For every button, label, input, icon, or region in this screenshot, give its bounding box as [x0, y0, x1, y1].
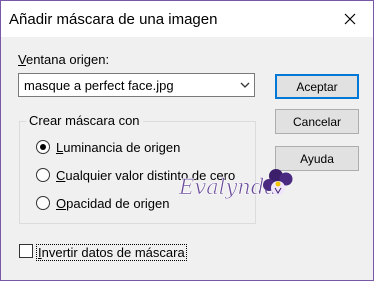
radio-text-opacity: pacidad de origen: [66, 196, 170, 211]
radio-hotkey-c: C: [56, 168, 66, 183]
watermark: Evalynda: [178, 166, 295, 209]
source-window-dropdown[interactable]: masque a perfect face.jpg: [18, 73, 255, 97]
title-bar: Añadir máscara de una imagen: [1, 1, 373, 37]
close-icon: [344, 13, 356, 25]
radio-hotkey-o: O: [56, 196, 67, 211]
accept-button[interactable]: Aceptar: [275, 74, 359, 99]
source-window-label: Ventana origen:: [18, 52, 109, 67]
cancel-button[interactable]: Cancelar: [275, 109, 359, 134]
watermark-graphic: Evalynda: [178, 169, 293, 199]
invert-mask-checkbox[interactable]: [19, 244, 33, 258]
radio-label-luminance: Luminancia de origen: [56, 140, 180, 155]
source-label-text: entana origen:: [25, 52, 110, 67]
dialog-title: Añadir máscara de una imagen: [9, 11, 218, 28]
source-window-value: masque a perfect face.jpg: [24, 78, 174, 93]
radio-label-opacity: Opacidad de origen: [56, 196, 169, 211]
radio-button-unchecked[interactable]: [36, 196, 50, 210]
source-label-hotkey: V: [18, 52, 26, 67]
chevron-down-icon: [240, 82, 250, 88]
invert-text: nvertir datos de máscara: [41, 245, 185, 260]
watermark-text: Evalynda: [179, 175, 277, 199]
mask-options-group-title: Crear máscara con: [26, 113, 143, 128]
invert-mask-label[interactable]: Invertir datos de máscara: [36, 244, 187, 261]
radio-text-luminance: uminancia de origen: [63, 140, 181, 155]
dialog-window: Añadir máscara de una imagen Ventana ori…: [0, 0, 374, 281]
radio-button-checked[interactable]: [36, 140, 50, 154]
close-button[interactable]: [327, 1, 373, 37]
radio-button-unchecked[interactable]: [36, 168, 50, 182]
